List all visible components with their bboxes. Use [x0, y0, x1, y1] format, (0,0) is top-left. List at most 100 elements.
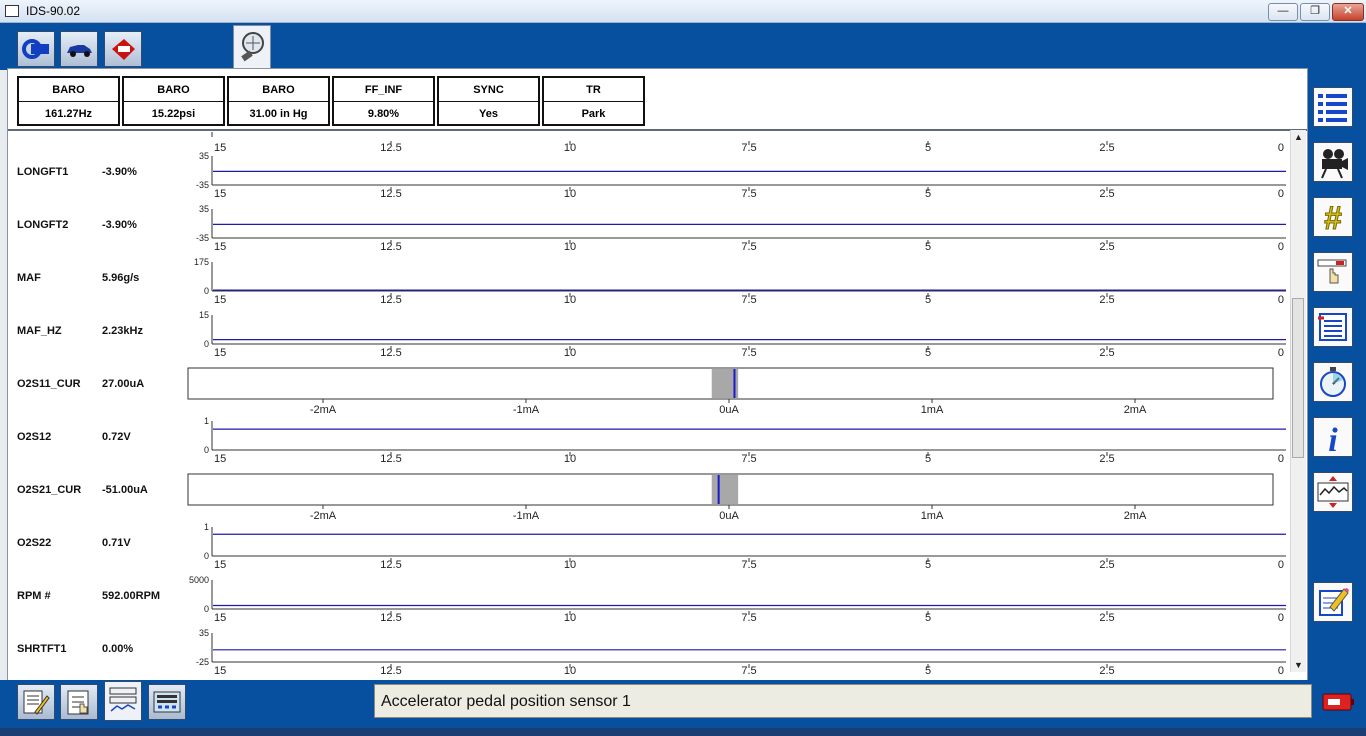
- toolbox-button[interactable]: [104, 31, 142, 67]
- restore-button[interactable]: ❐: [1300, 3, 1330, 21]
- signal-name: MAF_HZ: [17, 325, 62, 337]
- window-title: IDS-90.02: [26, 4, 81, 18]
- pid-cell[interactable]: BARO 161.27Hz: [17, 76, 120, 126]
- top-toolbar: [0, 23, 1366, 70]
- scroll-down-icon[interactable]: ▼: [1291, 658, 1306, 672]
- svg-text:#: #: [1324, 200, 1342, 234]
- pid-list-icon: [1318, 94, 1347, 122]
- pid-value: 31.00 in Hg: [249, 108, 308, 120]
- pid-value: 15.22psi: [151, 108, 196, 120]
- signal-value: 27.00uA: [102, 378, 144, 390]
- pid-summary-table: BARO 161.27Hz BARO 15.22psi BARO 31.00 in H…: [17, 76, 645, 126]
- record-button[interactable]: [1313, 142, 1353, 182]
- signal-name: SHRTFT1: [17, 643, 67, 655]
- current-bar-zero-zone: [711, 475, 739, 504]
- pid-value: Yes: [479, 108, 498, 120]
- scroll-thumb[interactable]: [1292, 298, 1304, 458]
- graph-view-tab[interactable]: [104, 681, 142, 721]
- time-tick-label: 0: [1278, 347, 1284, 359]
- time-tick-label: 0: [1278, 665, 1284, 676]
- signal-value: 5.96g/s: [102, 272, 139, 284]
- signal-name: O2S21_CUR: [17, 484, 81, 496]
- pid-list-button[interactable]: [1313, 87, 1353, 127]
- graph-ymin-label: -35: [196, 233, 209, 243]
- edit-icon: [1319, 588, 1349, 616]
- signal-value: 592.00RPM: [102, 590, 160, 602]
- signal-name: O2S12: [17, 431, 51, 443]
- battery-icon: [1322, 693, 1354, 711]
- list-config-button[interactable]: [1313, 307, 1353, 347]
- pid-cell[interactable]: BARO 15.22psi: [122, 76, 225, 126]
- time-tick-label: 0: [1278, 453, 1284, 465]
- time-tick-label: 0: [1278, 612, 1284, 624]
- time-tick-label: 15: [214, 188, 226, 200]
- graph-ymin-label: 0: [204, 445, 209, 455]
- current-tick-label: 0uA: [719, 510, 739, 522]
- current-tick-label: 0uA: [719, 404, 739, 416]
- time-tick-label: 0: [1278, 188, 1284, 200]
- graph-ymax-label: 1: [204, 522, 209, 532]
- current-tick-label: -1mA: [513, 510, 540, 522]
- graph-ymin-label: 0: [204, 604, 209, 614]
- hash-button[interactable]: #: [1313, 197, 1353, 237]
- time-tick-label: 15: [214, 294, 226, 306]
- connect-icon: [22, 39, 49, 59]
- graph-ymax-label: 1: [204, 416, 209, 426]
- pid-value: Park: [581, 108, 606, 120]
- recorder-icon: [153, 691, 181, 713]
- graph-ymin-label: 0: [204, 286, 209, 296]
- hash-icon: #: [1324, 200, 1343, 234]
- pid-name: FF_INF: [334, 78, 433, 102]
- status-text: Accelerator pedal position sensor 1: [381, 693, 631, 710]
- time-tick-label: 15: [214, 665, 226, 676]
- signal-name: O2S22: [17, 537, 51, 549]
- signal-value: 0.71V: [102, 537, 131, 549]
- signal-name: LONGFT1: [17, 166, 68, 178]
- list-config-icon: [1318, 313, 1347, 341]
- svg-text:i: i: [1328, 422, 1338, 454]
- signal-value: -3.90%: [102, 219, 137, 231]
- recorder-button[interactable]: [148, 684, 186, 720]
- title-bar: IDS-90.02 — ❐ ✕: [0, 0, 1366, 23]
- edit-button[interactable]: [1313, 582, 1353, 622]
- scroll-up-icon[interactable]: ▲: [1291, 130, 1306, 144]
- notes-button[interactable]: [17, 684, 55, 720]
- pid-cell[interactable]: FF_INF 9.80%: [332, 76, 435, 126]
- pid-name: BARO: [124, 78, 223, 102]
- close-button[interactable]: ✕: [1332, 3, 1364, 21]
- connect-button[interactable]: [17, 31, 55, 67]
- trigger-button[interactable]: [1313, 252, 1353, 292]
- graph-ymax-label: 15: [199, 310, 209, 320]
- signal-value: 0.72V: [102, 431, 131, 443]
- record-camera-icon: [1321, 149, 1348, 179]
- pid-cell[interactable]: TR Park: [542, 76, 645, 126]
- pid-cell[interactable]: BARO 31.00 in Hg: [227, 76, 330, 126]
- current-tick-label: -2mA: [310, 404, 337, 416]
- signal-name: RPM #: [17, 590, 51, 602]
- vertical-scrollbar[interactable]: ▲ ▼: [1290, 130, 1306, 672]
- graph-scale-button[interactable]: [1313, 472, 1353, 512]
- pid-name: SYNC: [439, 78, 538, 102]
- graph-ymax-label: 35: [199, 204, 209, 214]
- graph-ymax-label: 175: [194, 257, 209, 267]
- vehicle-button[interactable]: [60, 31, 98, 67]
- time-tick-label: 0: [1278, 142, 1284, 154]
- graph-ymin-label: -25: [196, 657, 209, 667]
- stopwatch-button[interactable]: [1313, 362, 1353, 402]
- current-tick-label: -1mA: [513, 404, 540, 416]
- datalogger-tab[interactable]: [233, 25, 271, 69]
- signal-value: -3.90%: [102, 166, 137, 178]
- current-tick-label: 2mA: [1124, 404, 1147, 416]
- info-button[interactable]: i: [1313, 417, 1353, 457]
- pid-cell[interactable]: SYNC Yes: [437, 76, 540, 126]
- minimize-button[interactable]: —: [1268, 3, 1298, 21]
- time-tick-label: 0: [1278, 294, 1284, 306]
- signal-name: LONGFT2: [17, 219, 68, 231]
- graph-ymax-label: 5000: [189, 575, 209, 585]
- checklist-button[interactable]: [60, 684, 98, 720]
- notes-icon: [23, 690, 50, 715]
- pid-value: 9.80%: [367, 108, 400, 120]
- time-tick-label: 15: [214, 612, 226, 624]
- pid-value: 161.27Hz: [44, 108, 93, 120]
- current-tick-label: 1mA: [921, 404, 944, 416]
